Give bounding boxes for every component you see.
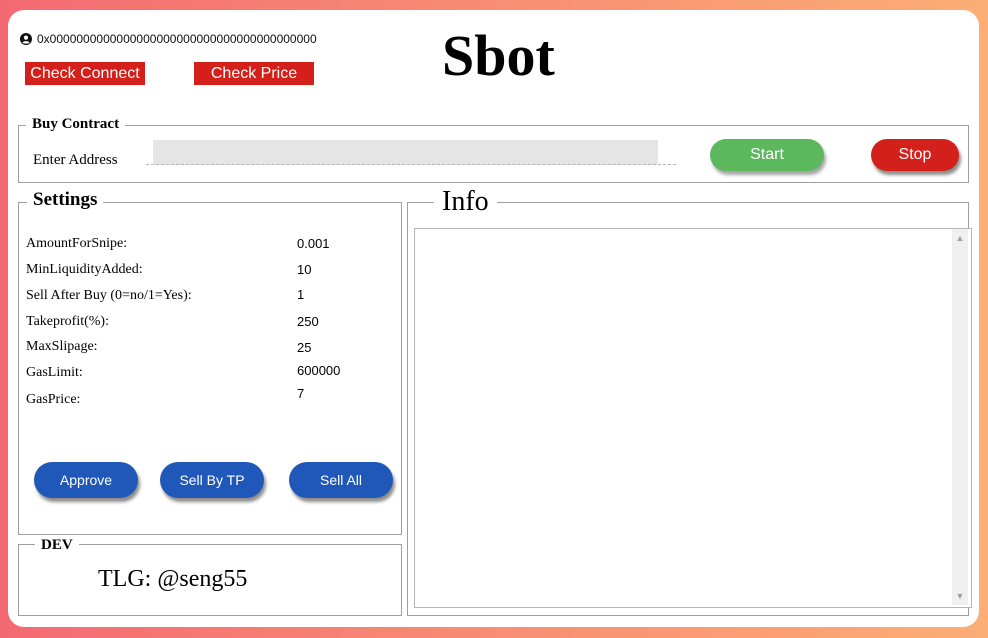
- setting-value-min-liquidity[interactable]: 10: [297, 262, 311, 277]
- dev-title: DEV: [35, 537, 79, 554]
- start-button[interactable]: Start: [710, 139, 824, 171]
- wallet-address-row: 0x00000000000000000000000000000000000000…: [20, 32, 317, 46]
- dev-contact: TLG: @seng55: [98, 566, 248, 592]
- setting-label-max-slippage: MaxSlipage:: [26, 339, 98, 354]
- scroll-up-icon[interactable]: ▲: [952, 231, 968, 245]
- setting-label-gas-limit: GasLimit:: [26, 365, 83, 380]
- enter-address-label: Enter Address: [33, 152, 118, 168]
- contract-address-input[interactable]: [153, 140, 658, 165]
- stop-button[interactable]: Stop: [871, 139, 959, 171]
- sell-all-button[interactable]: Sell All: [289, 462, 393, 498]
- setting-label-sell-after-buy: Sell After Buy (0=no/1=Yes):: [26, 288, 192, 303]
- check-connect-button[interactable]: Check Connect: [25, 62, 145, 85]
- setting-value-gas-limit[interactable]: 600000: [297, 363, 340, 378]
- approve-button[interactable]: Approve: [34, 462, 138, 498]
- sell-by-tp-button[interactable]: Sell By TP: [160, 462, 264, 498]
- info-scrollbar[interactable]: ▲ ▼: [952, 229, 968, 605]
- scroll-down-icon[interactable]: ▼: [952, 589, 968, 603]
- settings-title: Settings: [27, 189, 104, 211]
- setting-value-gas-price[interactable]: 7: [297, 386, 304, 401]
- buy-contract-title: Buy Contract: [26, 116, 126, 133]
- setting-label-amount: AmountForSnipe:: [26, 236, 128, 251]
- address-underline: [146, 164, 676, 165]
- info-log-textarea[interactable]: [414, 228, 972, 608]
- setting-value-takeprofit[interactable]: 250: [297, 314, 319, 329]
- setting-value-max-slippage[interactable]: 25: [297, 340, 311, 355]
- setting-value-sell-after-buy[interactable]: 1: [297, 287, 304, 302]
- app-title: Sbot: [442, 23, 555, 88]
- setting-label-gas-price: GasPrice:: [26, 392, 81, 407]
- setting-value-amount[interactable]: 0.001: [297, 236, 330, 251]
- user-circle-icon: [20, 33, 32, 45]
- app-window: 0x00000000000000000000000000000000000000…: [8, 10, 979, 627]
- setting-label-takeprofit: Takeprofit(%):: [26, 314, 109, 329]
- check-price-button[interactable]: Check Price: [194, 62, 314, 85]
- setting-label-min-liquidity: MinLiquidityAdded:: [26, 262, 143, 277]
- wallet-address: 0x00000000000000000000000000000000000000…: [37, 32, 317, 46]
- info-title: Info: [434, 186, 497, 218]
